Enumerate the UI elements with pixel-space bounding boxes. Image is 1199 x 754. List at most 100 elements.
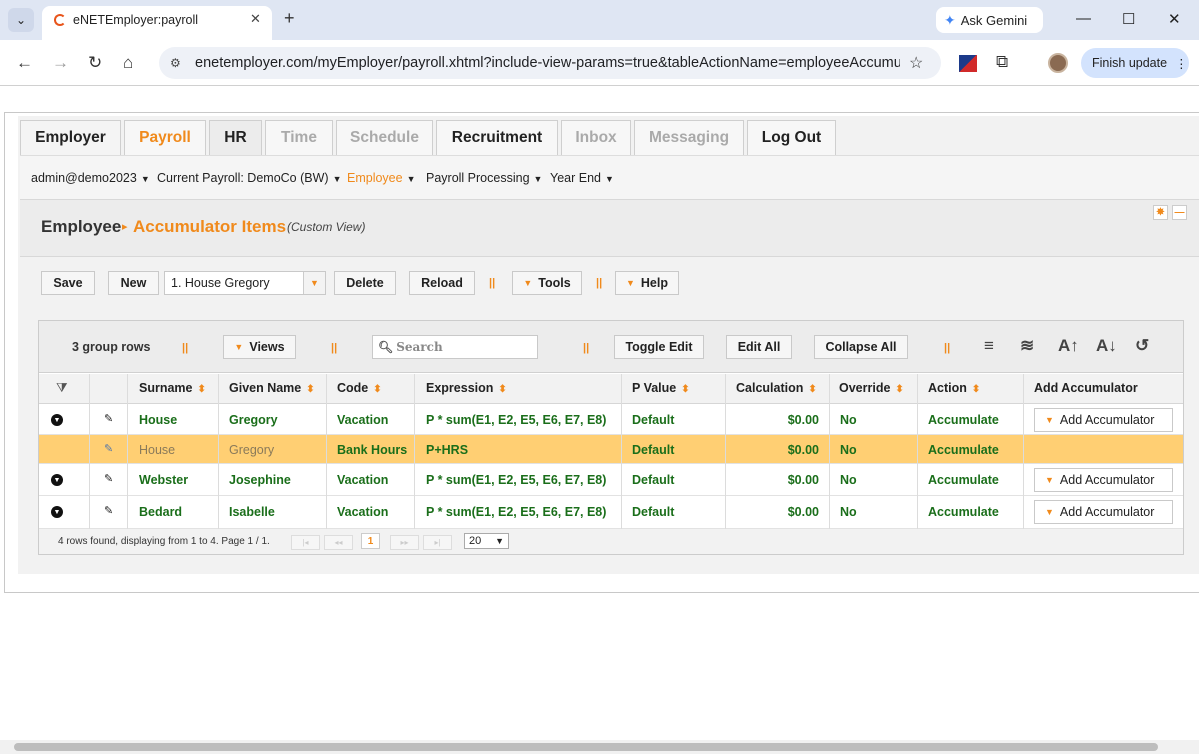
column-action[interactable]: Action ⬍ — [928, 381, 980, 395]
tools-button[interactable]: ▼ Tools — [512, 271, 582, 295]
group-rows-count: 3 group rows — [72, 340, 151, 354]
expand-icon[interactable]: ▼ — [51, 414, 63, 426]
tools-label: Tools — [538, 276, 571, 290]
edit-pencil-icon[interactable]: ✎ — [104, 504, 113, 517]
column-expression[interactable]: Expression ⬍ — [426, 381, 507, 395]
views-button[interactable]: ▼ Views — [223, 335, 296, 359]
tab-messaging[interactable]: Messaging — [634, 120, 744, 155]
table-row[interactable] — [39, 464, 1183, 496]
column-calculation-label: Calculation — [736, 381, 804, 395]
page-title: Accumulator Items — [133, 217, 287, 236]
column-override[interactable]: Override ⬍ — [839, 381, 904, 395]
tab-logout[interactable]: Log Out — [747, 120, 836, 155]
tab-hr[interactable]: HR — [209, 120, 262, 155]
payroll-processing-menu[interactable]: Payroll Processing ▼ — [426, 171, 542, 185]
search-icon: 🔍︎ — [378, 340, 394, 354]
current-payroll-menu[interactable]: Current Payroll: DemoCo (BW) ▼ — [157, 171, 342, 185]
minimize-icon[interactable]: — — [1076, 10, 1091, 27]
cell-p-value: Default — [632, 443, 675, 457]
breadcrumb-section[interactable]: Employee — [41, 217, 121, 237]
url-text[interactable]: enetemployer.com/myEmployer/payroll.xhtm… — [195, 55, 900, 71]
cell-code: Bank Hours — [337, 443, 408, 457]
page-size-select[interactable]: 20 ▼ — [464, 533, 509, 549]
delete-button[interactable]: Delete — [334, 271, 396, 295]
column-surname[interactable]: Surname ⬍ — [139, 381, 206, 395]
column-divider — [326, 374, 327, 529]
prev-page-icon[interactable]: ◂◂ — [324, 535, 353, 550]
add-accumulator-button[interactable]: ▼ Add Accumulator — [1034, 468, 1173, 492]
column-p-value-label: P Value — [632, 381, 677, 395]
column-given-name[interactable]: Given Name ⬍ — [229, 381, 315, 395]
expand-icon[interactable]: ▼ — [51, 474, 63, 486]
tab-search-button[interactable]: ⌄ — [8, 8, 34, 32]
expand-icon[interactable]: ▼ — [51, 506, 63, 518]
first-page-icon[interactable]: |◂ — [291, 535, 320, 550]
column-calculation[interactable]: Calculation ⬍ — [736, 381, 817, 395]
finish-update-button[interactable]: Finish update ⋮ — [1081, 48, 1189, 78]
add-accumulator-button[interactable]: ▼ Add Accumulator — [1034, 500, 1173, 524]
maximize-icon[interactable]: ☐ — [1122, 10, 1135, 28]
caret-down-icon: ▼ — [1045, 415, 1054, 425]
cell-override: No — [840, 505, 857, 519]
filter-icon[interactable]: ⧩ — [56, 380, 68, 396]
last-page-icon[interactable]: ▸| — [423, 535, 452, 550]
tab-inbox[interactable]: Inbox — [561, 120, 631, 155]
reset-icon[interactable]: ↺ — [1135, 336, 1149, 356]
column-given-name-label: Given Name — [229, 381, 302, 395]
caret-down-icon: ▼ — [1045, 475, 1054, 485]
edit-all-button[interactable]: Edit All — [726, 335, 792, 359]
reload-button[interactable]: Reload — [409, 271, 475, 295]
search-input[interactable]: 🔍︎ Search — [372, 335, 538, 359]
edit-pencil-icon[interactable]: ✎ — [104, 412, 113, 425]
cell-given-name: Gregory — [229, 443, 275, 457]
profile-avatar[interactable] — [1048, 53, 1068, 73]
close-tab-icon[interactable]: ✕ — [250, 11, 261, 27]
table-row[interactable] — [39, 404, 1183, 435]
wrap-text-icon[interactable]: ≡ — [984, 336, 994, 356]
current-page-button[interactable]: 1 — [361, 533, 380, 549]
save-button[interactable]: Save — [41, 271, 95, 295]
add-accumulator-button[interactable]: ▼ Add Accumulator — [1034, 408, 1173, 432]
back-icon[interactable]: ← — [16, 53, 33, 73]
table-row[interactable] — [39, 496, 1183, 529]
tab-schedule[interactable]: Schedule — [336, 120, 433, 155]
toggle-edit-button[interactable]: Toggle Edit — [614, 335, 704, 359]
settings-icon[interactable]: ✸ — [1153, 205, 1168, 220]
forward-icon[interactable]: → — [52, 53, 69, 73]
column-p-value[interactable]: P Value ⬍ — [632, 381, 690, 395]
year-end-menu[interactable]: Year End ▼ — [550, 171, 614, 185]
extension-icon[interactable] — [959, 55, 977, 72]
close-window-icon[interactable]: ✕ — [1168, 10, 1181, 28]
clear-filter-icon[interactable]: ≋ — [1020, 336, 1034, 356]
tab-time[interactable]: Time — [265, 120, 333, 155]
edit-pencil-icon[interactable]: ✎ — [104, 442, 113, 455]
minimize-panel-icon[interactable]: — — [1172, 205, 1187, 220]
extensions-puzzle-icon[interactable]: ⧉ — [996, 52, 1008, 72]
column-expression-label: Expression — [426, 381, 494, 395]
font-decrease-icon[interactable]: A↓ — [1096, 336, 1117, 356]
font-increase-icon[interactable]: A↑ — [1058, 336, 1079, 356]
tab-payroll[interactable]: Payroll — [124, 120, 206, 155]
site-info-icon[interactable]: ⚙ — [170, 56, 181, 70]
cell-p-value: Default — [632, 413, 675, 427]
separator: || — [583, 342, 590, 354]
tab-employer[interactable]: Employer — [20, 120, 121, 155]
reload-icon[interactable]: ↻ — [88, 53, 102, 73]
scrollbar-thumb[interactable] — [14, 743, 1158, 751]
ask-gemini-button[interactable]: ✦ Ask Gemini — [936, 7, 1043, 33]
user-menu[interactable]: admin@demo2023 ▼ — [31, 171, 150, 185]
new-tab-icon[interactable]: + — [284, 8, 295, 29]
next-page-icon[interactable]: ▸▸ — [390, 535, 419, 550]
bookmark-star-icon[interactable]: ☆ — [909, 53, 923, 73]
employee-select[interactable]: 1. House Gregory ▼ — [164, 271, 326, 295]
employee-menu[interactable]: Employee ▼ — [347, 171, 416, 185]
help-button[interactable]: ▼ Help — [615, 271, 679, 295]
collapse-all-button[interactable]: Collapse All — [814, 335, 908, 359]
edit-pencil-icon[interactable]: ✎ — [104, 472, 113, 485]
home-icon[interactable]: ⌂ — [123, 53, 133, 73]
caret-down-icon[interactable]: ▼ — [303, 272, 325, 294]
new-button[interactable]: New — [108, 271, 159, 295]
column-code[interactable]: Code ⬍ — [337, 381, 382, 395]
table-row[interactable] — [39, 435, 1183, 464]
tab-recruitment[interactable]: Recruitment — [436, 120, 558, 155]
